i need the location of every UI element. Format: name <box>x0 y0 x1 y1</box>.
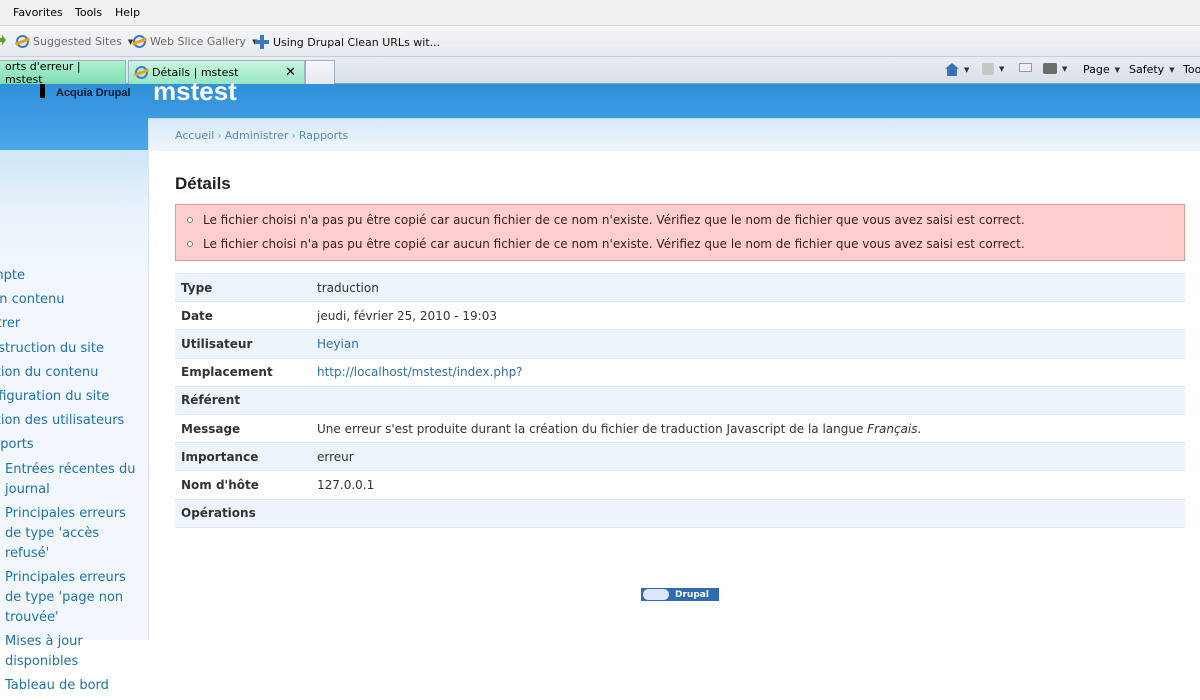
nav-item-creer-contenu[interactable]: un contenu <box>0 292 124 316</box>
nav-item-tableau-de-bord[interactable]: Tableau de bord <box>5 676 143 696</box>
type-label: Type <box>181 280 213 295</box>
favorite-suggested-sites[interactable]: Suggested Sites ▼ <box>16 35 133 48</box>
log-details-table: Type traduction Date jeudi, février 25, … <box>175 273 1185 528</box>
chevron-down-icon: ▼ <box>964 65 970 74</box>
date-label: Date <box>181 308 213 323</box>
message-label: Message <box>181 421 241 436</box>
ie-icon <box>16 35 29 48</box>
powered-by-drupal-badge[interactable]: Drupal <box>641 588 719 601</box>
date-value: jeudi, février 25, 2010 - 19:03 <box>317 308 497 323</box>
nav-item-construction-site[interactable]: nstruction du site <box>0 341 124 365</box>
favorites-bar: Suggested Sites ▼ Web Slice Gallery ▼ Us… <box>0 26 1200 57</box>
referrer-label: Référent <box>181 393 241 408</box>
nav-item-configuration-site[interactable]: nfiguration du site <box>0 389 124 413</box>
hostname-value: 127.0.0.1 <box>317 477 375 492</box>
error-messages: Le fichier choisi n'a pas pu être copié … <box>175 204 1185 261</box>
rss-icon <box>982 63 994 75</box>
message-value: Une erreur s'est produite durant la créa… <box>317 421 922 436</box>
table-row-user: Utilisateur Heyian <box>175 329 1185 359</box>
print-icon <box>1043 63 1057 74</box>
nav-item-rapports[interactable]: pports <box>0 437 124 461</box>
table-row-referrer: Référent <box>175 386 1185 415</box>
breadcrumb-accueil[interactable]: Accueil <box>175 129 214 142</box>
drupal-logo-icon <box>40 84 45 98</box>
ie-icon <box>135 66 148 79</box>
nav-rapports-submenu: Entrées récentes du journal Principales … <box>5 460 143 700</box>
severity-label: Importance <box>181 449 259 464</box>
table-row-operations: Opérations <box>175 499 1185 528</box>
nav-item-erreurs-acces-refuse[interactable]: Principales erreurs de type 'accès refus… <box>5 504 143 564</box>
breadcrumb-bar: Accueil › Administrer › Rapports <box>149 118 1200 151</box>
operations-label: Opérations <box>181 506 256 521</box>
chevron-down-icon: ▼ <box>1114 65 1121 74</box>
nav-item-gestion-utilisateurs[interactable]: stion des utilisateurs <box>0 413 124 437</box>
close-tab-icon[interactable]: ✕ <box>285 65 296 80</box>
home-icon <box>945 63 959 76</box>
chevron-down-icon: ▼ <box>999 65 1005 73</box>
error-message: Le fichier choisi n'a pas pu être copié … <box>176 212 1184 236</box>
site-name[interactable]: mstest <box>153 76 237 107</box>
feeds-button[interactable]: ▼ <box>982 63 1004 75</box>
mail-icon <box>1019 63 1032 72</box>
hostname-label: Nom d'hôte <box>181 477 259 492</box>
drupal-drop-icon <box>643 589 669 600</box>
breadcrumb: Accueil › Administrer › Rapports <box>175 129 349 142</box>
nav-top-level: mpte un contenu strer nstruction du site… <box>0 268 124 462</box>
sidebar-navigation: mpte un contenu strer nstruction du site… <box>0 150 148 693</box>
home-button[interactable]: ▼ <box>945 63 969 76</box>
page-title: Détails <box>175 174 231 193</box>
type-value: traduction <box>317 280 379 295</box>
nav-item-erreurs-page-non-trouvee[interactable]: Principales erreurs de type 'page non tr… <box>5 568 143 628</box>
tools-menu[interactable]: Too <box>1183 63 1200 76</box>
favorites-add-icon[interactable] <box>0 35 6 45</box>
table-row-message: Message Une erreur s'est produite durant… <box>175 414 1185 443</box>
safety-menu[interactable]: Safety ▼ <box>1129 63 1175 76</box>
logo-text: Acquia Drupal <box>56 87 131 99</box>
referrer-value <box>311 386 1185 414</box>
nav-item-entrees-recentes[interactable]: Entrées récentes du journal <box>5 460 143 500</box>
favorite-drupal-clean-urls[interactable]: Using Drupal Clean URLs wit... <box>255 35 440 49</box>
operations-value <box>311 499 1185 527</box>
nav-item-mon-compte[interactable]: mpte <box>0 268 124 292</box>
breadcrumb-administrer[interactable]: Administrer <box>225 129 289 142</box>
menu-tools[interactable]: Tools <box>75 6 102 19</box>
nav-item-mises-a-jour[interactable]: Mises à jour disponibles <box>5 632 143 672</box>
error-message: Le fichier choisi n'a pas pu être copié … <box>176 236 1184 260</box>
user-label: Utilisateur <box>181 336 253 351</box>
nav-item-gestion-contenu[interactable]: stion du contenu <box>0 365 124 389</box>
location-link[interactable]: http://localhost/mstest/index.php? <box>311 358 1185 386</box>
web-page: Acquia Drupal mstest mpte un contenu str… <box>0 76 1200 693</box>
new-tab-button[interactable] <box>305 60 335 84</box>
favorite-web-slice-gallery[interactable]: Web Slice Gallery ▼ <box>133 35 257 48</box>
read-mail-button[interactable] <box>1019 63 1032 72</box>
menu-favorites[interactable]: Favorites <box>13 6 63 19</box>
chevron-down-icon: ▼ <box>1169 65 1175 74</box>
table-row-location: Emplacement http://localhost/mstest/inde… <box>175 358 1185 387</box>
tab-rapports-erreur[interactable]: orts d'erreur | mstest <box>0 60 126 86</box>
table-row-severity: Importance erreur <box>175 442 1185 471</box>
menu-help[interactable]: Help <box>115 6 140 19</box>
page-icon <box>255 35 269 49</box>
browser-menubar: Favorites Tools Help <box>0 0 1200 26</box>
page-menu[interactable]: Page ▼ <box>1083 63 1120 76</box>
table-row-date: Date jeudi, février 25, 2010 - 19:03 <box>175 301 1185 330</box>
table-row-hostname: Nom d'hôte 127.0.0.1 <box>175 470 1185 499</box>
location-label: Emplacement <box>181 365 273 380</box>
main-content: Accueil › Administrer › Rapports Détails Le … <box>148 118 1200 640</box>
nav-item-administrer[interactable]: strer <box>0 316 124 340</box>
ie-icon <box>133 35 146 48</box>
severity-value: erreur <box>317 449 354 464</box>
table-row-type: Type traduction <box>175 273 1185 302</box>
user-link[interactable]: Heyian <box>311 330 1185 358</box>
print-button[interactable]: ▼ <box>1043 63 1067 74</box>
breadcrumb-rapports[interactable]: Rapports <box>299 129 348 142</box>
chevron-down-icon: ▼ <box>1062 64 1068 73</box>
